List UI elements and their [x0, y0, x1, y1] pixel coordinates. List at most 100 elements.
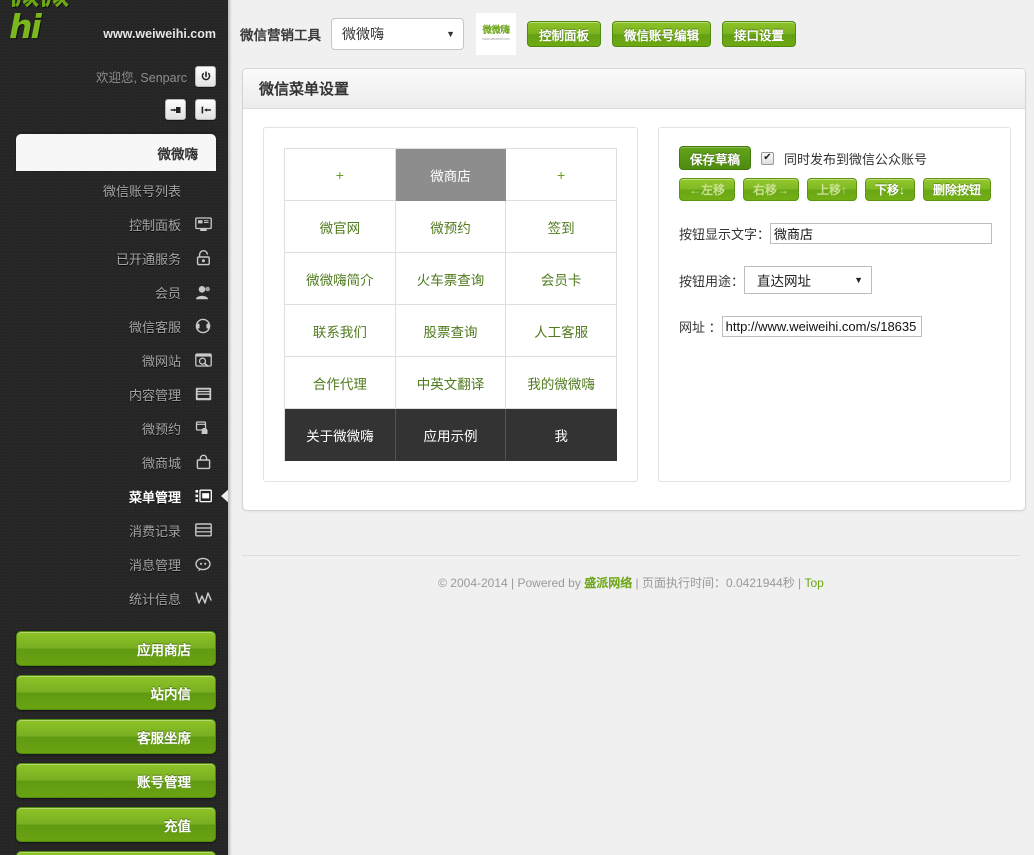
move-button-row: ←左移 右移→ 上移↑ 下移↓ 删除按钮: [678, 178, 992, 201]
logo-site-url: www.weiweihi.com: [103, 27, 216, 41]
menu-cell[interactable]: 合作代理: [285, 357, 396, 409]
sidebar-item-content-management[interactable]: 内容管理: [0, 377, 228, 411]
menu-cell[interactable]: 股票查询: [395, 305, 507, 357]
menu-cell[interactable]: 联系我们: [285, 305, 396, 357]
power-icon[interactable]: [195, 66, 216, 87]
menu-cell[interactable]: 微微嗨简介: [285, 253, 396, 305]
menu-cell[interactable]: 人工客服: [506, 305, 617, 357]
sidebar-item-statistics[interactable]: 统计信息: [0, 581, 228, 615]
sidebar-item-control-panel[interactable]: 控制面板: [0, 207, 228, 241]
url-field-row: 网址 ： http://www.weiweihi.com/s/18635: [679, 316, 992, 337]
purpose-field-row: 按钮用途： 直达网址 ▼: [679, 266, 992, 294]
menu-cell[interactable]: 微预约: [395, 201, 507, 253]
page-title: 微信菜单设置: [243, 69, 1025, 109]
menu-cell[interactable]: 会员卡: [506, 253, 617, 305]
sidebar-item-wechat-service[interactable]: 微信客服: [0, 309, 228, 343]
sidebar-button-recharge[interactable]: 充值: [16, 807, 216, 842]
move-left-button[interactable]: ←左移: [678, 178, 735, 201]
sidebar-button-account-management[interactable]: 账号管理: [16, 763, 216, 798]
display-text-input[interactable]: 微商店: [770, 223, 992, 244]
move-up-button[interactable]: 上移↑: [807, 178, 858, 201]
menu-cell-add-right[interactable]: +: [506, 149, 617, 201]
purpose-select[interactable]: 直达网址 ▼: [744, 266, 872, 294]
url-input[interactable]: http://www.weiweihi.com/s/18635: [721, 316, 922, 337]
topbar-button-control-panel[interactable]: 控制面板: [527, 21, 602, 47]
util-row: [0, 99, 228, 120]
menu-cell[interactable]: 签到: [506, 201, 617, 253]
menu-cell[interactable]: 火车票查询: [395, 253, 507, 305]
pin-icon[interactable]: [165, 99, 186, 120]
logo-hi: hi: [9, 7, 42, 46]
menu-root-cell[interactable]: 关于微微嗨: [285, 409, 396, 461]
account-mini-logo: 微微嗨 www.weiweihi.com: [476, 13, 516, 55]
mini-logo-sub: www.weiweihi.com: [482, 37, 510, 41]
sidebar-item-label: 菜单管理: [128, 489, 181, 505]
panel-body: + 微商店 + 微官网 微预约 签到 微微嗨简介 火车票查询 会员卡 联系我们 …: [243, 109, 1025, 510]
sidebar-item-label: 统计信息: [128, 591, 181, 607]
menu-cell-add-left[interactable]: +: [285, 149, 396, 201]
sidebar-item-label: 消费记录: [128, 523, 181, 539]
collapse-icon[interactable]: [195, 99, 216, 120]
sidebar-item-consumption-records[interactable]: 消费记录: [0, 513, 228, 547]
monitor-icon: [190, 216, 216, 232]
menu-cell[interactable]: 我的微微嗨: [506, 357, 617, 409]
calendar-hand-icon: [190, 420, 216, 436]
url-label: 网址 ：: [678, 320, 722, 335]
menu-preview-box: + 微商店 + 微官网 微预约 签到 微微嗨简介 火车票查询 会员卡 联系我们 …: [263, 127, 638, 482]
headset-icon: [190, 318, 216, 334]
footer-divider: [242, 555, 1020, 556]
logo-mark: 微微hi: [8, 0, 99, 44]
topbar-title: 微信营销工具: [240, 28, 321, 43]
sidebar-account-tab[interactable]: 微微嗨: [16, 134, 216, 171]
sidebar-button-app-store[interactable]: 应用商店: [16, 631, 216, 666]
move-right-button[interactable]: 右移→: [743, 178, 800, 201]
account-select-value: 微微嗨: [342, 26, 384, 42]
save-draft-button[interactable]: 保存草稿: [678, 146, 751, 170]
footer-company-link[interactable]: 盛派网络: [584, 576, 632, 590]
purpose-select-value: 直达网址: [757, 274, 811, 289]
account-select[interactable]: 微微嗨 ▼: [331, 18, 464, 50]
sidebar-item-label: 微信客服: [128, 319, 181, 335]
welcome-text: 欢迎您, Senparc: [95, 71, 187, 85]
button-editor-box: 保存草稿 ✔ 同时发布到微信公众账号 ←左移 右移→ 上移↑ 下移↓ 删除按钮 …: [657, 127, 1011, 482]
delete-button[interactable]: 删除按钮: [923, 178, 992, 201]
move-down-button[interactable]: 下移↓: [865, 178, 916, 201]
sidebar: 微微hi www.weiweihi.com 欢迎您, Senparc: [0, 0, 228, 855]
menu-grid: + 微商店 + 微官网 微预约 签到 微微嗨简介 火车票查询 会员卡 联系我们 …: [284, 148, 617, 461]
display-text-field-row: 按钮显示文字： 微商店: [679, 223, 992, 244]
sidebar-item-message-management[interactable]: 消息管理: [0, 547, 228, 581]
sidebar-item-activated-services[interactable]: 已开通服务: [0, 241, 228, 275]
main-content: 微信营销工具 微微嗨 ▼ 微微嗨 www.weiweihi.com 控制面板 微…: [228, 0, 1034, 855]
sidebar-item-menu-management[interactable]: 菜单管理: [0, 479, 228, 513]
footer-top-link[interactable]: Top: [805, 576, 824, 590]
menu-cell[interactable]: 中英文翻译: [395, 357, 507, 409]
footer: © 2004-2014 | Powered by 盛派网络 | 页面执行时间：0…: [228, 574, 1034, 591]
brand-logo[interactable]: 微微hi www.weiweihi.com: [0, 0, 228, 44]
archive-icon: [190, 387, 216, 401]
menu-root-cell[interactable]: 应用示例: [395, 409, 507, 461]
chat-icon: [190, 557, 216, 572]
active-indicator-arrow: [221, 488, 228, 504]
sidebar-item-micro-booking[interactable]: 微预约: [0, 411, 228, 445]
sidebar-item-label: 控制面板: [128, 217, 181, 233]
list-panel-icon: [190, 489, 216, 503]
sidebar-item-label: 微网站: [141, 353, 181, 369]
menu-cell[interactable]: 微官网: [285, 201, 396, 253]
publish-checkbox-label[interactable]: 同时发布到微信公众账号: [784, 149, 927, 168]
topbar-button-api-settings[interactable]: 接口设置: [722, 21, 797, 47]
sidebar-item-label: 消息管理: [128, 557, 181, 573]
sidebar-item-members[interactable]: 会员: [0, 275, 228, 309]
chart-icon: [190, 591, 216, 605]
sidebar-item-micro-site[interactable]: 微网站: [0, 343, 228, 377]
sidebar-item-micro-mall[interactable]: 微商城: [0, 445, 228, 479]
sidebar-button-developer-center[interactable]: 开发者中心: [16, 851, 216, 855]
topbar-button-wechat-account-edit[interactable]: 微信账号编辑: [612, 21, 712, 47]
sidebar-button-support-seat[interactable]: 客服坐席: [16, 719, 216, 754]
menu-root-cell[interactable]: 我: [506, 409, 617, 461]
mini-logo-text: 微微嗨: [482, 25, 510, 37]
sidebar-button-inbox[interactable]: 站内信: [16, 675, 216, 710]
sidebar-item-wechat-account-list[interactable]: 微信账号列表: [0, 173, 228, 207]
publish-checkbox[interactable]: ✔: [761, 151, 774, 165]
menu-cell-selected[interactable]: 微商店: [395, 149, 507, 201]
footer-exec-time: | 页面执行时间：0.0421944秒 |: [632, 576, 805, 590]
